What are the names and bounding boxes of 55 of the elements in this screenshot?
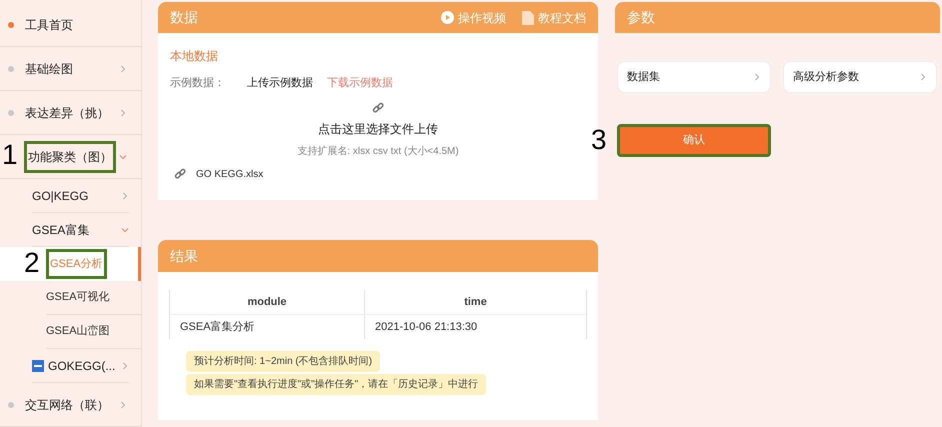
- menu-item[interactable]: 工具首页: [0, 3, 141, 47]
- chevron-right-icon: [121, 362, 129, 370]
- submenu-item[interactable]: GSEA山峦图: [0, 315, 141, 349]
- submenu-item[interactable]: GO|KEGG: [32, 179, 129, 213]
- menu-label: 交互网络（联）: [25, 396, 109, 414]
- highlighted-label: 功能聚类（图）: [24, 140, 116, 172]
- notice: 如果需要"查看执行进度"或"操作任务"，请在「历史记录」中进行: [186, 374, 486, 395]
- file-name: GO KEGG.xlsx: [196, 168, 264, 182]
- upload-hint: 支持扩展名: xlsx csv txt (大小<4.5M): [297, 144, 459, 158]
- column-header: module: [170, 290, 365, 314]
- panel-title: 参数: [627, 8, 655, 27]
- callout-number: 1: [2, 140, 18, 168]
- menu-label: 基础绘图: [25, 60, 73, 78]
- upload-example-link[interactable]: 上传示例数据: [247, 75, 313, 92]
- panel-title: 数据: [170, 8, 198, 27]
- panel-title: 结果: [170, 246, 198, 266]
- callout-number: 2: [24, 248, 40, 277]
- submenu-item[interactable]: GSEA可视化: [0, 281, 141, 315]
- menu-label: GSEA富集: [32, 222, 90, 238]
- menu-item[interactable]: 基础绘图: [0, 47, 141, 91]
- chevron-right-icon: [119, 64, 127, 72]
- upload-area[interactable]: 点击这里选择文件上传 支持扩展名: xlsx csv txt (大小<4.5M): [170, 102, 586, 158]
- menu-label: GSEA可视化: [46, 290, 110, 306]
- chevron-down-icon: [121, 226, 129, 234]
- notice: 预计分析时间: 1~2min (不包含排队时间): [186, 351, 380, 372]
- pdf-icon: [522, 10, 534, 24]
- menu-label: GSEA山峦图: [46, 324, 110, 340]
- link-icon: [372, 102, 384, 114]
- column-header: time: [463, 294, 488, 310]
- menu-label: 工具首页: [25, 16, 73, 34]
- attachment-icon: [174, 168, 186, 180]
- menu-item[interactable]: 交互网络（联）: [0, 383, 141, 427]
- chevron-right-icon: [119, 400, 127, 408]
- callout-number: 3: [591, 126, 607, 154]
- chevron-right-icon: [919, 73, 927, 81]
- chevron-right-icon: [119, 108, 127, 116]
- chevron-right-icon: [121, 192, 129, 200]
- menu-label: GO|KEGG: [32, 188, 88, 204]
- example-data-label: 示例数据：: [170, 76, 225, 91]
- menu-item[interactable]: 1 功能聚类（图）: [0, 135, 141, 179]
- menu-label: GOKEGG(...: [48, 358, 116, 374]
- table-cell: GSEA富集分析: [170, 315, 365, 339]
- highlighted-label: GSEA分析: [46, 248, 107, 280]
- menu-label: 表达差异（挑）: [25, 104, 109, 122]
- chevron-down-icon: [119, 152, 127, 160]
- chevron-right-icon: [753, 73, 761, 81]
- table-cell-text: 2021-10-06 21:13:30: [374, 320, 478, 335]
- upload-prompt: 点击这里选择文件上传: [318, 120, 438, 138]
- play-icon: [441, 11, 454, 24]
- app-icon: [32, 360, 44, 372]
- submenu-item[interactable]: 2 GSEA分析: [0, 247, 141, 281]
- submenu-item[interactable]: GOKEGG(...: [32, 349, 129, 383]
- select-field[interactable]: 高级分析参数: [783, 61, 937, 93]
- select-field[interactable]: 数据集: [617, 61, 771, 93]
- menu-item[interactable]: 表达差异（挑）: [0, 91, 141, 135]
